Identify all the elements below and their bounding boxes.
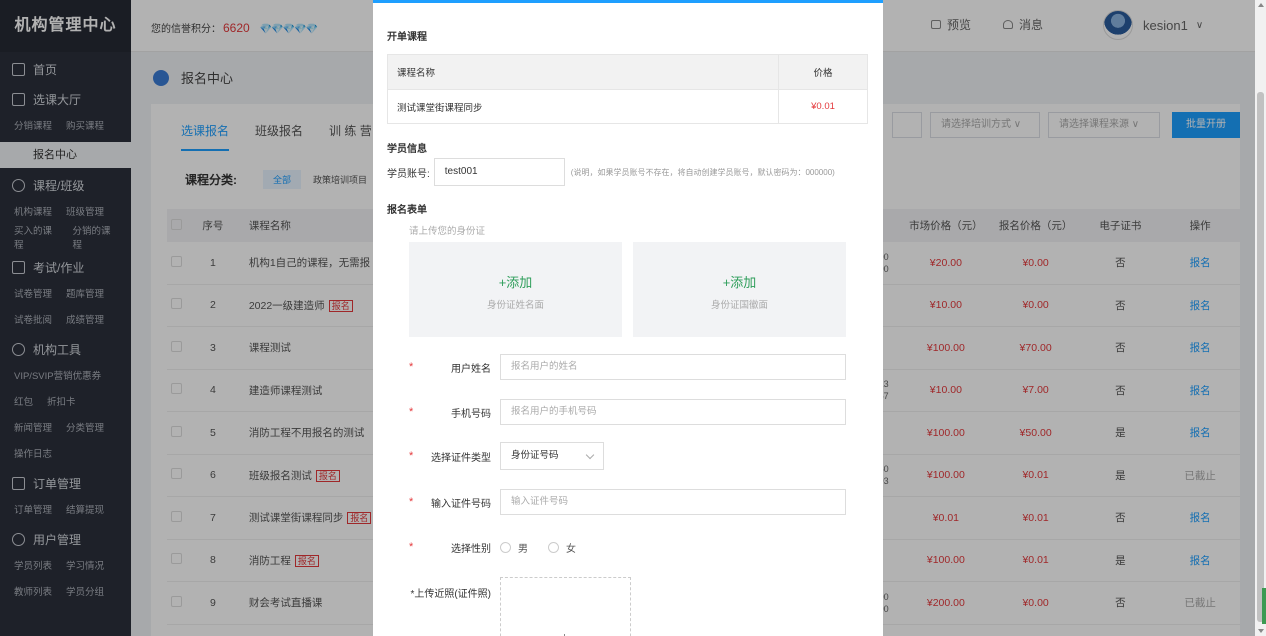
course-summary-table: 课程名称 价格 测试课堂街课程同步 ¥0.01 bbox=[387, 54, 868, 124]
course-price: ¥0.01 bbox=[811, 101, 835, 112]
gender-female-radio[interactable]: 女 bbox=[548, 540, 576, 555]
gender-male-radio[interactable]: 男 bbox=[500, 540, 528, 555]
section-open-course: 开单课程 bbox=[387, 32, 427, 43]
photo-label: *上传近照(证件照) bbox=[410, 588, 491, 600]
id-number-field[interactable]: 输入证件号码 bbox=[500, 489, 846, 515]
id-front-upload[interactable]: +添加 身份证姓名面 bbox=[409, 242, 622, 337]
side-widget-tab[interactable] bbox=[1262, 588, 1266, 624]
section-student: 学员信息 bbox=[387, 144, 427, 155]
course-name: 测试课堂街课程同步 bbox=[388, 90, 779, 123]
enroll-modal: 开单课程 课程名称 价格 测试课堂街课程同步 ¥0.01 学员信息 学员账号: te… bbox=[373, 0, 883, 636]
section-form: 报名表单 bbox=[387, 205, 427, 216]
photo-upload[interactable] bbox=[500, 577, 631, 636]
id-type-select[interactable]: 身份证号码 bbox=[500, 442, 604, 470]
id-upload-hint: 请上传您的身份证 bbox=[409, 226, 486, 237]
phone-field[interactable]: 报名用户的手机号码 bbox=[500, 399, 846, 425]
account-row: 学员账号: test001 (说明，如果学员账号不存在，将自动创建学员账号，默认… bbox=[387, 158, 835, 186]
user-name-field[interactable]: 报名用户的姓名 bbox=[500, 354, 846, 380]
student-account-input[interactable]: test001 bbox=[433, 158, 565, 186]
id-back-upload[interactable]: +添加 身份证国徽面 bbox=[633, 242, 846, 337]
page-scrollbar[interactable] bbox=[1255, 0, 1266, 636]
